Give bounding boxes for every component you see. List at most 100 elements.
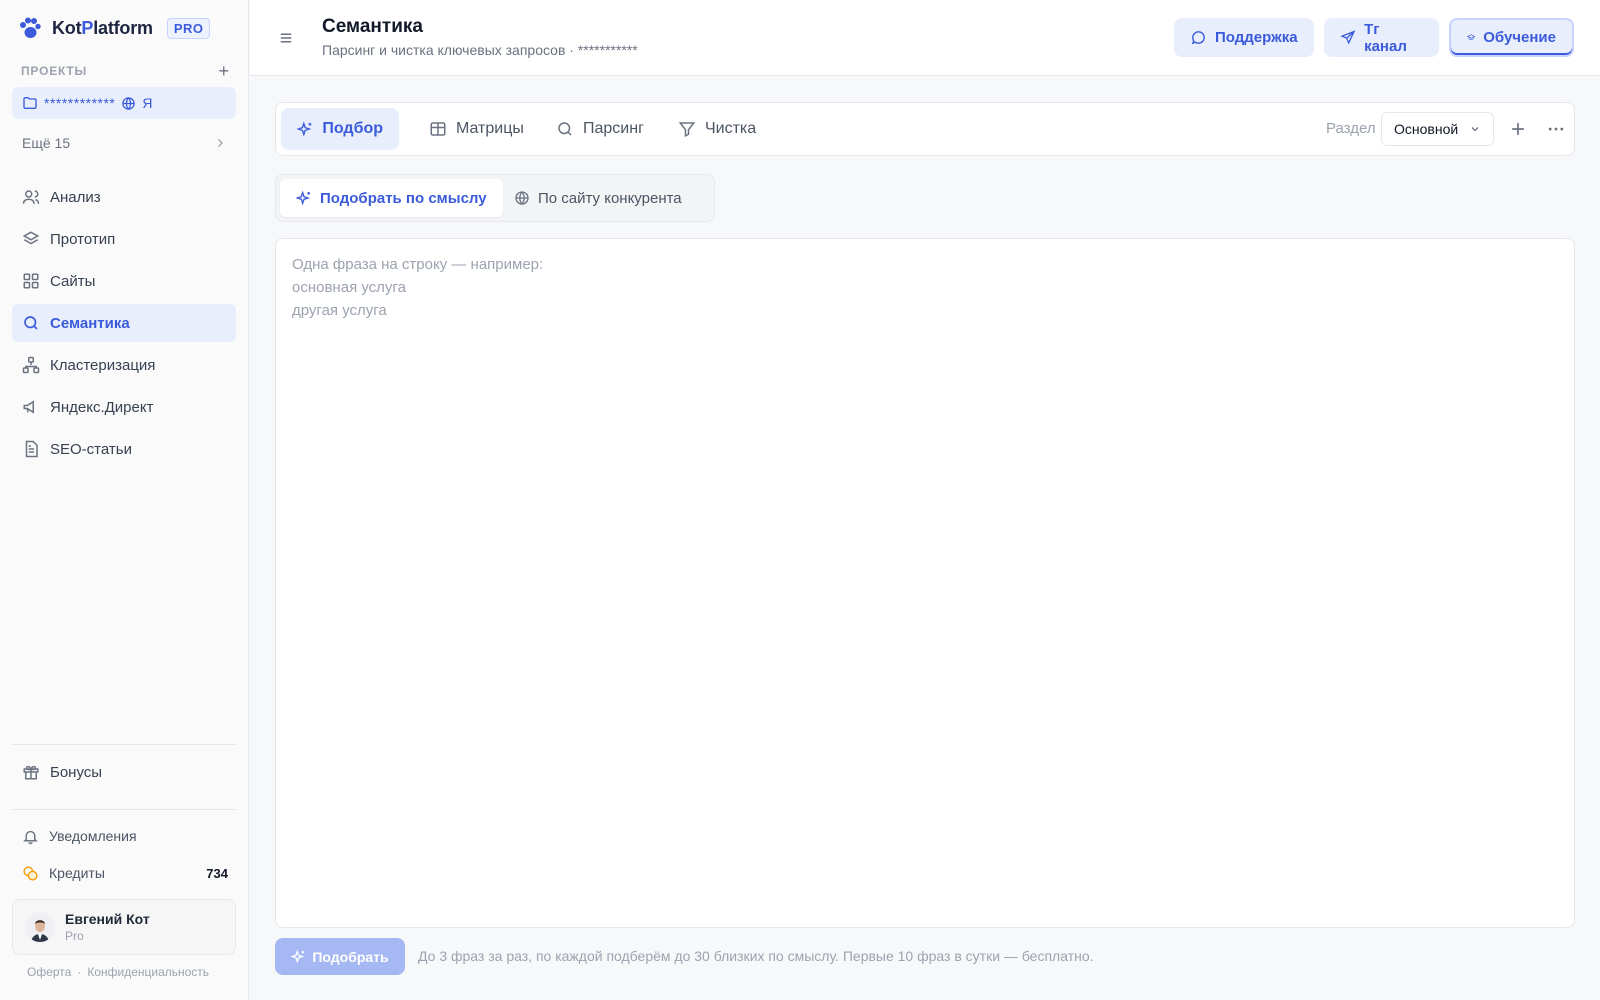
footer-links: Оферта · Конфиденциальность <box>27 965 209 979</box>
sidebar: KotPlatform PRO ПРОЕКТЫ + ************ Я… <box>0 0 249 1000</box>
sidebar-item-analysis[interactable]: Анализ <box>12 178 236 216</box>
sidebar-item-label: Кластеризация <box>50 356 156 374</box>
gift-icon <box>23 765 39 780</box>
semantics-toolbar: Подбор Матрицы Парсинг Чистка Раздел Осн… <box>275 102 1575 156</box>
page-subtitle: Парсинг и чистка ключевых запросов · ***… <box>322 42 638 58</box>
coins-icon <box>23 865 38 881</box>
add-section-icon[interactable] <box>1508 119 1528 139</box>
user-plan: Pro <box>65 929 84 943</box>
section-select[interactable]: Основной <box>1381 112 1494 146</box>
section-label: Раздел <box>1326 120 1376 137</box>
sparkles-icon <box>291 949 305 964</box>
mode-by-meaning[interactable]: Подобрать по смыслу <box>280 179 503 217</box>
yandex-icon: Я <box>142 95 153 111</box>
project-name: ************ <box>44 95 116 111</box>
mode-by-competitor[interactable]: По сайту конкурента <box>498 179 698 217</box>
pro-badge: PRO <box>166 17 211 39</box>
submit-button-label: Подобрать <box>312 948 389 965</box>
sidebar-item-semantics[interactable]: Семантика <box>12 304 236 342</box>
chat-icon <box>1191 31 1205 45</box>
sidebar-item-label: Прототип <box>50 230 116 248</box>
offer-link[interactable]: Оферта <box>27 965 71 979</box>
credits-link[interactable]: Кредиты 734 <box>12 859 236 887</box>
send-icon <box>1340 30 1356 45</box>
users-icon <box>22 190 40 204</box>
paw-logo-icon <box>20 17 41 38</box>
telegram-button-label: Тг канал <box>1364 20 1407 55</box>
sidebar-item-prototype[interactable]: Прототип <box>12 220 236 258</box>
tab-selection[interactable]: Подбор <box>281 108 399 150</box>
layers-icon <box>22 231 40 245</box>
sidebar-item-seo-articles[interactable]: SEO-статьи <box>12 430 236 468</box>
tab-label: Матрицы <box>456 120 524 137</box>
cluster-icon <box>22 356 40 374</box>
divider <box>12 744 236 745</box>
user-card[interactable]: Евгений Кот Pro <box>12 899 236 955</box>
education-button-label: Обучение <box>1483 29 1556 46</box>
tab-label: Чистка <box>705 120 757 137</box>
globe-icon <box>122 96 136 110</box>
tab-matrices[interactable]: Матрицы <box>413 108 540 150</box>
mode-by-meaning-label: Подобрать по смыслу <box>320 189 487 207</box>
globe-icon <box>515 191 529 205</box>
credits-label: Кредиты <box>49 865 105 881</box>
footer-separator: · <box>77 965 82 979</box>
sidebar-nav: Анализ Прототип Сайты Семантика Кластери… <box>12 178 236 472</box>
more-projects-label: Ещё 15 <box>22 135 71 151</box>
phrases-input[interactable] <box>275 238 1575 928</box>
tab-label: Подбор <box>322 120 383 137</box>
mode-switch: Подобрать по смыслу По сайту конкурента <box>275 174 715 222</box>
mode-by-competitor-label: По сайту конкурента <box>538 189 682 207</box>
avatar <box>25 912 55 942</box>
support-button-label: Поддержка <box>1215 29 1298 46</box>
credits-count: 734 <box>206 865 228 881</box>
bonuses-link[interactable]: Бонусы <box>12 754 236 790</box>
chevron-down-icon <box>1471 127 1479 132</box>
more-projects[interactable]: Ещё 15 <box>12 127 236 159</box>
notifications-label: Уведомления <box>49 828 137 844</box>
education-button[interactable]: Обучение <box>1449 18 1574 57</box>
submit-button[interactable]: Подобрать <box>275 938 405 975</box>
divider <box>12 809 236 810</box>
menu-icon[interactable] <box>277 29 295 47</box>
add-project-icon[interactable]: + <box>218 62 229 80</box>
notifications-link[interactable]: Уведомления <box>12 822 236 850</box>
bonuses-label: Бонусы <box>50 763 103 781</box>
tab-label: Парсинг <box>583 120 644 137</box>
table-icon <box>430 122 446 136</box>
tab-cleaning[interactable]: Чистка <box>662 108 772 150</box>
projects-header: ПРОЕКТЫ + <box>21 62 229 80</box>
document-icon <box>25 440 38 458</box>
sidebar-item-label: Сайты <box>50 272 96 290</box>
section-select-value: Основной <box>1394 121 1459 137</box>
usage-hint: До 3 фраз за раз, по каждой подберём до … <box>418 948 1094 964</box>
support-button[interactable]: Поддержка <box>1174 18 1314 57</box>
grid-icon <box>23 273 39 289</box>
search-icon <box>24 316 38 330</box>
bell-icon <box>23 830 38 844</box>
sparkles-icon <box>296 190 311 206</box>
chevron-right-icon <box>218 139 223 147</box>
project-item[interactable]: ************ Я <box>12 87 236 119</box>
sidebar-item-label: Семантика <box>50 314 130 332</box>
sidebar-item-label: Яндекс.Директ <box>50 398 154 416</box>
filter-icon <box>678 122 696 137</box>
sidebar-item-sites[interactable]: Сайты <box>12 262 236 300</box>
user-name: Евгений Кот <box>65 911 150 927</box>
logo[interactable]: KotPlatform PRO <box>18 16 211 40</box>
sidebar-item-label: SEO-статьи <box>50 440 132 458</box>
megaphone-icon <box>23 400 34 414</box>
privacy-link[interactable]: Конфиденциальность <box>87 965 209 979</box>
brand-name: KotPlatform <box>52 17 153 38</box>
more-options-icon[interactable] <box>1546 119 1566 139</box>
projects-label: ПРОЕКТЫ <box>21 64 88 78</box>
page-title: Семантика <box>322 16 423 37</box>
search-icon <box>558 122 572 136</box>
telegram-button[interactable]: Тг канал <box>1324 18 1439 57</box>
sidebar-item-label: Анализ <box>50 188 101 206</box>
tab-parsing[interactable]: Парсинг <box>540 108 660 150</box>
sidebar-item-clustering[interactable]: Кластеризация <box>12 346 236 384</box>
page-header: Семантика Парсинг и чистка ключевых запр… <box>250 0 1600 76</box>
sidebar-item-yandex-direct[interactable]: Яндекс.Директ <box>12 388 236 426</box>
graduation-cap-icon <box>1467 34 1476 40</box>
